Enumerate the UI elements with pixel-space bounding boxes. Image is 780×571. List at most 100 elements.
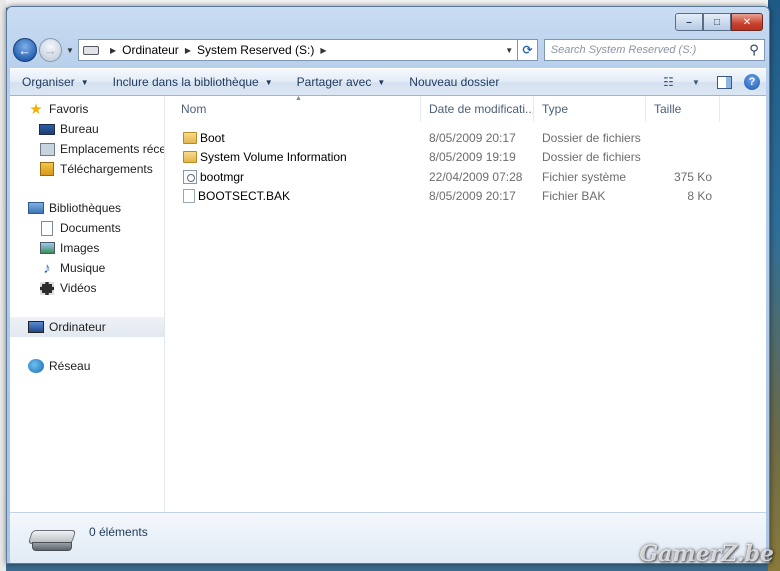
- folder-icon: [183, 131, 197, 144]
- include-library-label: Inclure dans la bibliothèque: [112, 75, 259, 89]
- chevron-right-icon[interactable]: ▶: [185, 46, 191, 55]
- file-type: Fichier système: [542, 169, 627, 184]
- folder-icon: [183, 151, 197, 164]
- nav-network-label: Réseau: [49, 359, 91, 373]
- file-type: Dossier de fichiers: [542, 150, 641, 165]
- nav-item-images[interactable]: Images: [10, 238, 164, 258]
- organize-menu[interactable]: Organiser ▼: [10, 69, 101, 95]
- desktop-icon: [39, 123, 55, 135]
- back-button[interactable]: ←: [13, 38, 37, 62]
- navigation-pane: ★ Favoris Bureau Emplacements récents Té…: [10, 96, 165, 512]
- file-icon: [183, 189, 195, 204]
- nav-libraries[interactable]: Bibliothèques: [10, 198, 164, 218]
- file-row-system-volume-information[interactable]: System Volume Information 8/05/2009 19:1…: [165, 148, 766, 168]
- drive-icon: [82, 45, 99, 55]
- maximize-button[interactable]: □: [703, 13, 731, 31]
- file-row-bootsect-bak[interactable]: BOOTSECT.BAK 8/05/2009 20:17 Fichier BAK…: [165, 187, 766, 207]
- breadcrumb-system-reserved[interactable]: System Reserved (S:): [197, 43, 314, 57]
- refresh-button[interactable]: ⟳: [518, 39, 538, 61]
- videos-icon: [40, 281, 54, 295]
- navigation-row: ← → ▼ ▶ Ordinateur ▶ System Reserved (S:…: [13, 36, 765, 64]
- computer-icon: [28, 321, 44, 333]
- hard-drive-icon: [27, 530, 77, 552]
- view-options-dropdown[interactable]: ▼: [682, 72, 710, 92]
- breadcrumb-computer[interactable]: Ordinateur: [122, 43, 179, 57]
- nav-item-downloads[interactable]: Téléchargements: [10, 159, 164, 179]
- file-name: System Volume Information: [200, 150, 347, 165]
- file-row-boot[interactable]: Boot 8/05/2009 20:17 Dossier de fichiers: [165, 128, 766, 148]
- command-bar: Organiser ▼ Inclure dans la bibliothèque…: [10, 68, 766, 96]
- close-button[interactable]: ✕: [731, 13, 763, 31]
- forward-button[interactable]: →: [38, 38, 63, 62]
- nav-item-music[interactable]: ♪ Musique: [10, 258, 164, 278]
- chevron-down-icon: ▼: [692, 77, 700, 87]
- star-icon: ★: [29, 101, 43, 118]
- nav-item-recent-places[interactable]: Emplacements récents: [10, 139, 164, 159]
- nav-item-label: Bureau: [60, 122, 99, 136]
- nav-item-label: Téléchargements: [60, 162, 153, 176]
- nav-item-label: Documents: [60, 221, 121, 235]
- address-bar[interactable]: ▶ Ordinateur ▶ System Reserved (S:) ▶ ▼: [77, 39, 519, 61]
- column-header-size[interactable]: Taille: [646, 96, 720, 122]
- sort-ascending-icon: ▲: [295, 95, 302, 102]
- nav-libraries-label: Bibliothèques: [49, 201, 122, 215]
- search-input[interactable]: Search System Reserved (S:) ⚲: [543, 39, 765, 61]
- column-header-name[interactable]: Nom: [165, 96, 421, 122]
- file-size: 375 Ko: [673, 169, 712, 184]
- downloads-icon: [40, 162, 54, 176]
- file-date: 8/05/2009 20:17: [429, 189, 516, 204]
- file-list: ▲ Nom Date de modificati... Type Taille …: [165, 95, 766, 512]
- organize-label: Organiser: [22, 75, 75, 89]
- file-date: 8/05/2009 20:17: [429, 130, 516, 145]
- chevron-down-icon: ▼: [80, 77, 89, 87]
- nav-item-label: Musique: [60, 261, 106, 275]
- nav-computer[interactable]: Ordinateur: [10, 317, 164, 337]
- file-row-bootmgr[interactable]: bootmgr 22/04/2009 07:28 Fichier système…: [165, 167, 766, 187]
- file-name: bootmgr: [200, 169, 245, 184]
- file-date: 8/05/2009 19:19: [429, 150, 516, 165]
- file-size: 8 Ko: [687, 189, 712, 204]
- column-headers: ▲ Nom Date de modificati... Type Taille: [165, 95, 766, 122]
- share-with-menu[interactable]: Partager avec ▼: [285, 69, 398, 95]
- system-file-icon: [183, 169, 197, 184]
- minimize-button[interactable]: –: [675, 13, 703, 31]
- help-button[interactable]: ?: [738, 72, 766, 92]
- nav-item-label: Emplacements récents: [60, 142, 164, 156]
- nav-computer-label: Ordinateur: [49, 320, 106, 334]
- file-date: 22/04/2009 07:28: [429, 169, 523, 184]
- documents-icon: [41, 220, 53, 236]
- nav-item-videos[interactable]: Vidéos: [10, 278, 164, 298]
- file-name: BOOTSECT.BAK: [198, 189, 291, 204]
- include-library-menu[interactable]: Inclure dans la bibliothèque ▼: [101, 69, 285, 95]
- explorer-window: – □ ✕ ← → ▼ ▶ Ordinateur ▶ System Reserv…: [6, 6, 770, 564]
- watermark-logo: GamerZ.be: [639, 541, 774, 567]
- column-header-type[interactable]: Type: [534, 96, 646, 122]
- recent-places-icon: [39, 142, 55, 156]
- preview-pane-button[interactable]: [710, 72, 738, 92]
- views-icon: ☷: [663, 75, 674, 89]
- chevron-right-icon[interactable]: ▶: [110, 46, 116, 55]
- column-header-date[interactable]: Date de modificati...: [421, 96, 534, 122]
- new-folder-label: Nouveau dossier: [409, 75, 500, 89]
- images-icon: [39, 242, 55, 254]
- share-with-label: Partager avec: [296, 75, 372, 89]
- nav-item-label: Images: [60, 241, 100, 255]
- music-icon: ♪: [43, 259, 51, 277]
- nav-network[interactable]: Réseau: [10, 356, 164, 376]
- help-icon: ?: [744, 74, 760, 90]
- change-view-button[interactable]: ☷: [654, 72, 682, 92]
- search-icon[interactable]: ⚲: [744, 42, 764, 58]
- nav-favorites[interactable]: ★ Favoris: [10, 99, 164, 119]
- nav-item-documents[interactable]: Documents: [10, 218, 164, 238]
- item-count: 0 éléments: [89, 525, 148, 539]
- nav-favorites-label: Favoris: [49, 102, 89, 116]
- chevron-down-icon: ▼: [377, 77, 386, 87]
- new-folder-button[interactable]: Nouveau dossier: [397, 69, 511, 95]
- address-dropdown-icon[interactable]: ▼: [501, 46, 517, 55]
- preview-pane-icon: [716, 75, 732, 89]
- chevron-right-icon[interactable]: ▶: [320, 46, 326, 55]
- nav-item-desktop[interactable]: Bureau: [10, 119, 164, 139]
- search-placeholder: Search System Reserved (S:): [550, 44, 697, 56]
- libraries-icon: [28, 202, 44, 214]
- recent-pages-dropdown-icon[interactable]: ▼: [66, 46, 74, 55]
